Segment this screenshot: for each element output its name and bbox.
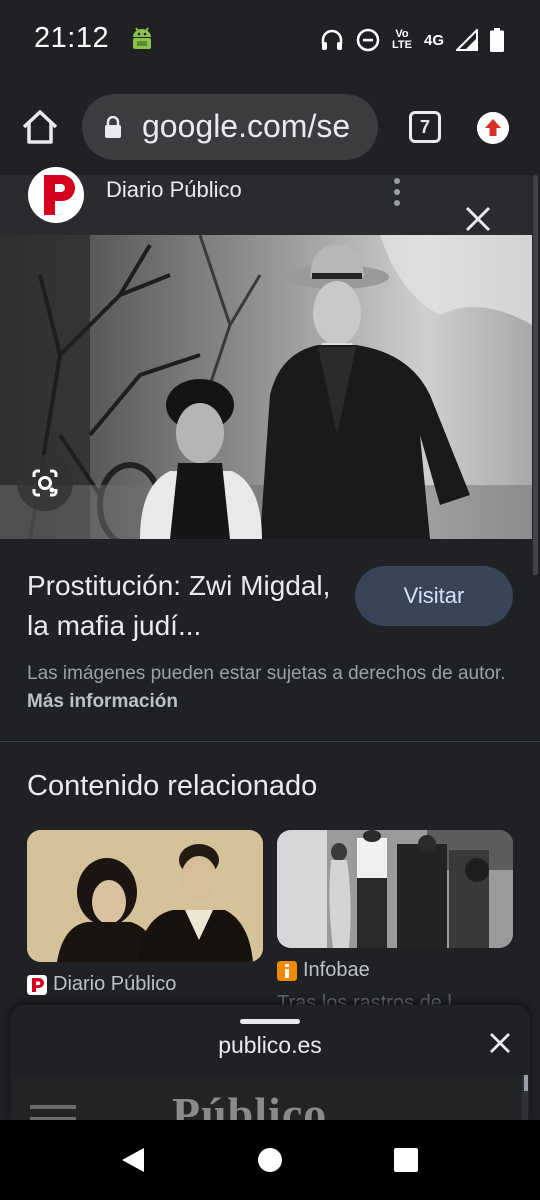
battery-icon	[490, 28, 504, 52]
more-info-link[interactable]: Más información	[27, 691, 178, 712]
related-thumbnail-1[interactable]	[27, 830, 263, 962]
related-source-1-name: Diario Público	[53, 973, 177, 995]
lens-button[interactable]	[17, 455, 73, 511]
preview-sheet[interactable]: publico.es Público	[10, 1005, 530, 1120]
status-icons: Vo LTE 4G	[320, 22, 504, 58]
page-scrollbar[interactable]	[533, 175, 538, 575]
related-thumbnail-2[interactable]	[277, 830, 513, 948]
related-source-2-name: Infobae	[303, 959, 370, 981]
lock-icon	[105, 116, 121, 138]
volte-line2: LTE	[392, 39, 412, 51]
volte-indicator: Vo LTE	[392, 29, 412, 51]
close-icon[interactable]	[464, 205, 492, 233]
kebab-icon[interactable]	[392, 177, 402, 207]
sheet-scrollbar[interactable]	[524, 1075, 528, 1091]
publico-wordmark: Público	[172, 1088, 328, 1120]
historic-photo	[0, 235, 532, 539]
url-text[interactable]: google.com/se	[142, 108, 350, 145]
sheet-page-preview[interactable]: Público	[12, 1075, 528, 1120]
update-icon[interactable]	[477, 112, 509, 144]
copyright-text: Las imágenes pueden estar sujetas a dere…	[27, 663, 506, 684]
sheet-page-content: Público	[12, 1075, 522, 1120]
headphones-icon	[321, 29, 343, 50]
sheet-close-icon[interactable]	[488, 1031, 512, 1055]
nav-home-icon[interactable]	[258, 1148, 282, 1172]
related-source-1[interactable]: Diario Público	[27, 973, 176, 996]
result-title[interactable]: Prostitución: Zwi Migdal, la mafia judí.…	[27, 566, 337, 646]
related-heading: Contenido relacionado	[27, 770, 318, 802]
sheet-drag-handle[interactable]	[240, 1019, 300, 1024]
network-type: 4G	[423, 31, 444, 49]
publico-logo-mark	[29, 168, 83, 222]
recents-icon[interactable]	[394, 1148, 418, 1172]
browser-toolbar: google.com/se 7	[0, 80, 540, 175]
copyright-notice: Las imágenes pueden estar sujetas a dere…	[27, 660, 507, 716]
status-bar: 21:12 Vo LTE 4G	[0, 0, 540, 80]
divider	[0, 741, 540, 742]
home-icon[interactable]	[20, 107, 60, 147]
related-source-2[interactable]: Infobae	[277, 959, 370, 982]
publico-favicon	[27, 974, 47, 995]
navigation-bar	[0, 1120, 540, 1200]
tabs-icon[interactable]: 7	[409, 111, 441, 143]
main-image[interactable]	[0, 235, 532, 539]
status-time: 21:12	[34, 22, 110, 54]
menu-icon[interactable]	[30, 1105, 76, 1120]
infobae-favicon	[277, 960, 297, 981]
lens-icon	[32, 469, 58, 497]
visit-button[interactable]: Visitar	[355, 566, 513, 626]
dnd-icon	[356, 28, 380, 52]
related-photo-1	[27, 830, 263, 962]
related-photo-2	[277, 830, 513, 948]
android-debug-icon	[133, 27, 151, 49]
publico-logo[interactable]	[28, 167, 84, 223]
address-bar[interactable]: google.com/se	[82, 94, 378, 160]
signal-icon	[456, 29, 478, 51]
source-name[interactable]: Diario Público	[106, 177, 242, 203]
sheet-title: publico.es	[218, 1032, 322, 1058]
back-icon[interactable]	[120, 1146, 146, 1174]
